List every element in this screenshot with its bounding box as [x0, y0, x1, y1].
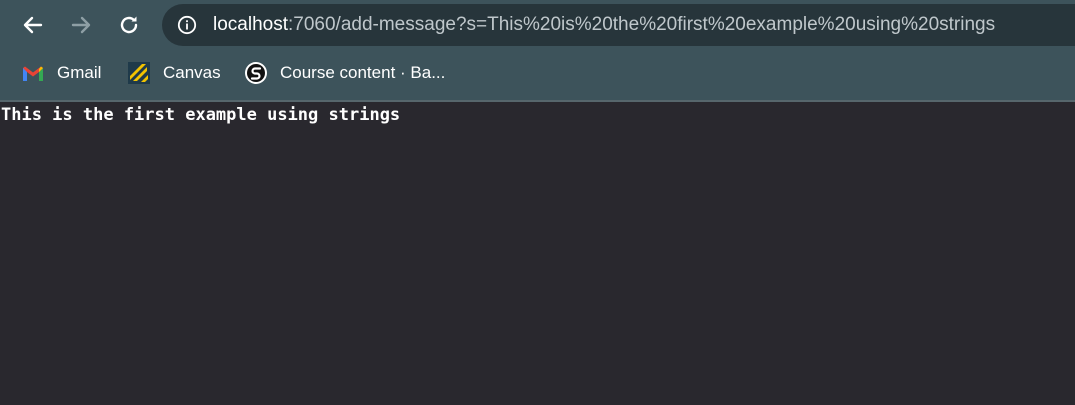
bookmark-gmail[interactable]: Gmail: [22, 60, 101, 86]
address-bar[interactable]: localhost:7060/add-message?s=This%20is%2…: [162, 4, 1075, 46]
bookmark-label: Course content · Ba...: [280, 63, 446, 82]
url-text[interactable]: localhost:7060/add-message?s=This%20is%2…: [213, 14, 995, 36]
back-button[interactable]: [18, 10, 48, 40]
canvas-icon: [128, 62, 150, 84]
gmail-icon: [22, 62, 44, 84]
bookmark-label: Gmail: [57, 63, 102, 82]
info-icon[interactable]: [177, 15, 197, 35]
reload-icon: [120, 16, 138, 34]
reload-button[interactable]: [114, 10, 144, 40]
bookmark-canvas[interactable]: Canvas: [128, 60, 221, 86]
browser-toolbar: localhost:7060/add-message?s=This%20is%2…: [0, 0, 1075, 52]
bookmark-course-content[interactable]: Course content · Ba...: [245, 60, 445, 86]
course-site-icon: [245, 62, 267, 84]
message-text: This is the first example using strings: [1, 105, 401, 125]
bookmarks-bar: Gmail Canvas Course content · Ba...: [0, 52, 1075, 100]
arrow-left-icon: [23, 16, 43, 34]
page-content: This is the first example using strings: [0, 102, 1075, 405]
arrow-right-icon: [71, 16, 91, 34]
url-host: localhost: [213, 14, 288, 35]
forward-button[interactable]: [66, 10, 96, 40]
bookmark-label: Canvas: [163, 63, 221, 82]
url-path: :7060/add-message?s=This%20is%20the%20fi…: [288, 14, 996, 35]
